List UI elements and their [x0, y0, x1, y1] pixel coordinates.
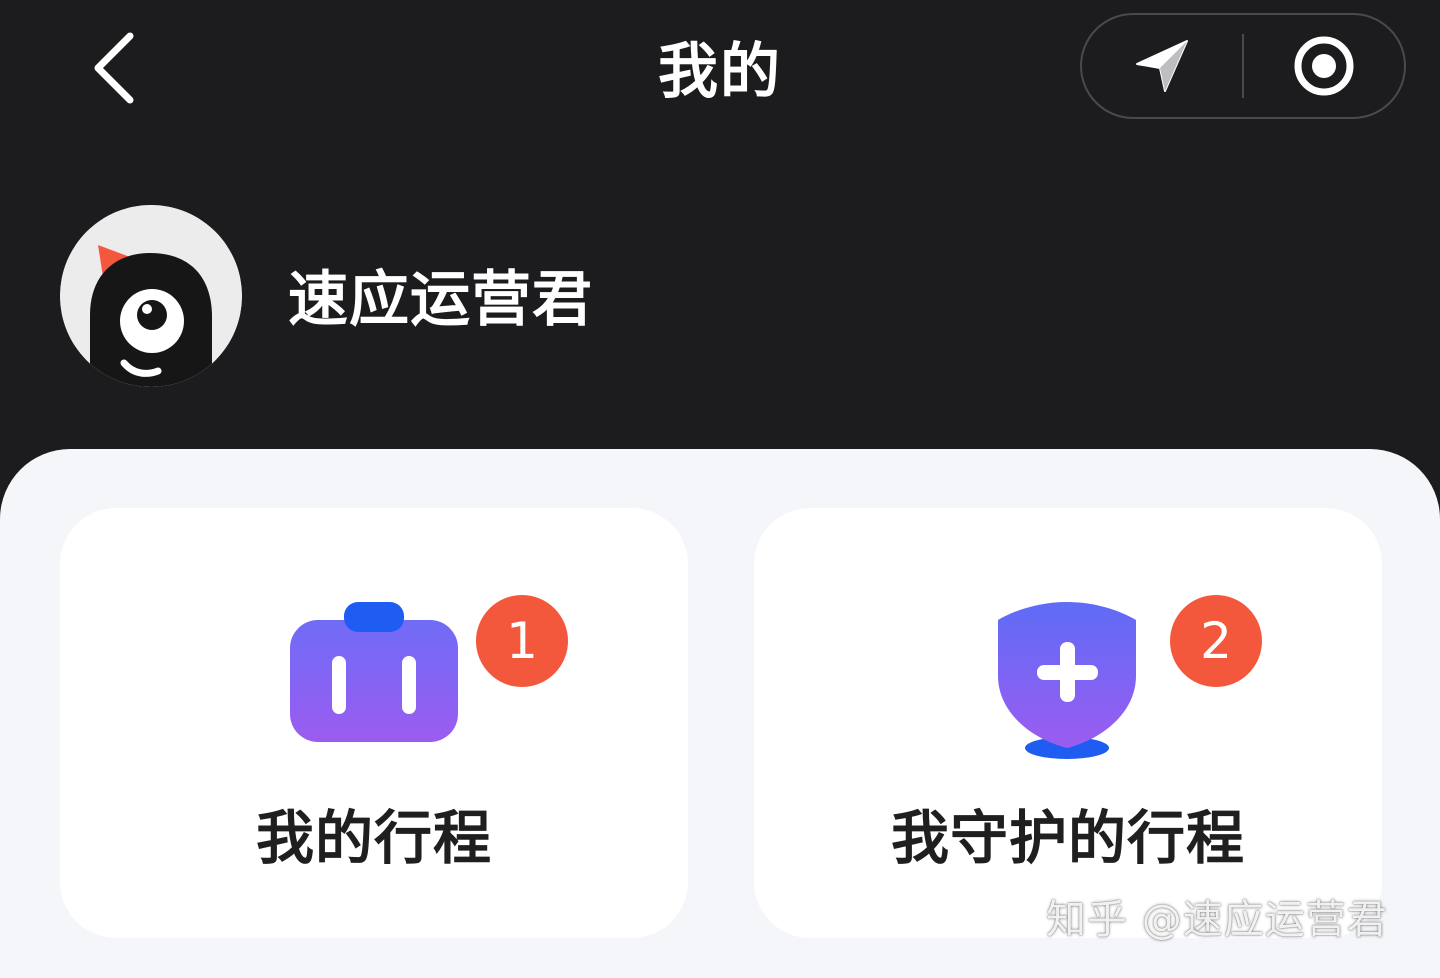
- watermark: 知乎 @速应运营君: [1046, 897, 1388, 943]
- my-trips-card[interactable]: 1 我的行程: [60, 508, 688, 938]
- suitcase-icon: [280, 598, 470, 758]
- my-trips-label: 我的行程: [255, 804, 492, 872]
- username: 速应运营君: [288, 265, 593, 335]
- page-title: 我的: [658, 37, 782, 107]
- record-button[interactable]: [1244, 15, 1404, 117]
- capsule-menu: [1080, 13, 1406, 119]
- chevron-left-icon: [94, 32, 134, 104]
- navigation-arrow-icon: [1136, 40, 1188, 92]
- location-button[interactable]: [1082, 15, 1242, 117]
- page: 我的 速应运营君 1 我的行程 2 我守护的行程 知乎 @速应运营君: [0, 0, 1440, 978]
- avatar[interactable]: [60, 205, 242, 387]
- guarded-trips-label: 我守护的行程: [890, 804, 1245, 872]
- guarded-count-badge: 2: [1170, 595, 1262, 687]
- mascot-avatar-icon: [60, 205, 242, 387]
- shield-plus-icon: [974, 598, 1164, 759]
- target-circle-icon: [1294, 36, 1354, 96]
- trip-count-badge: 1: [476, 595, 568, 687]
- guarded-trips-card[interactable]: 2 我守护的行程: [754, 508, 1382, 938]
- back-button[interactable]: [70, 28, 150, 108]
